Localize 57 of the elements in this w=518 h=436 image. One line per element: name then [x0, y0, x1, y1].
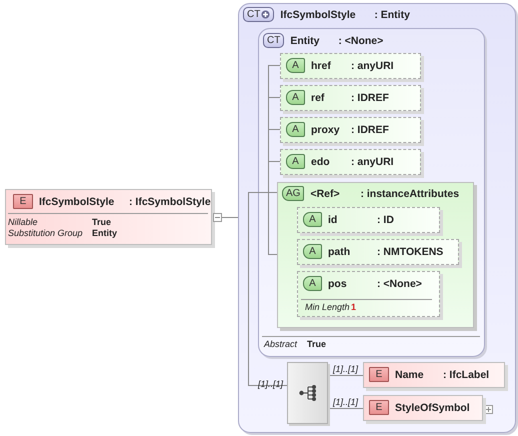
type-badge: A	[303, 276, 322, 291]
type-badge: A	[303, 212, 322, 227]
node-type: : anyURI	[351, 156, 394, 168]
property-label: Substitution Group	[8, 228, 84, 238]
node-name: href	[311, 60, 332, 72]
type-badge: A	[286, 58, 305, 73]
node-type: : ID	[377, 214, 394, 226]
node-name: <Ref>	[310, 188, 341, 200]
property-label: Abstract	[264, 339, 298, 349]
node-type: : instanceAttributes	[360, 188, 460, 200]
property-value: Entity	[92, 228, 118, 238]
node-name: proxy	[311, 124, 341, 136]
property-label: Nillable	[8, 217, 39, 227]
collapse-toggle[interactable]	[213, 213, 222, 222]
type-badge: A	[286, 90, 305, 105]
plus-icon	[485, 406, 492, 412]
sequence-icon	[298, 384, 316, 402]
type-badge: E	[369, 400, 389, 415]
connector-line	[328, 375, 364, 376]
node-name: ref	[311, 92, 326, 104]
property-value: True	[92, 217, 112, 227]
node-type: : IDREF	[351, 124, 389, 136]
node-type: : Entity	[374, 8, 410, 20]
node-name: id	[328, 214, 338, 226]
property-value: 1	[351, 302, 356, 312]
node-name: Name	[395, 368, 425, 380]
node-type: : <None>	[338, 34, 384, 46]
multiplicity-label: [1]..[1]	[333, 364, 358, 374]
type-badge: E	[369, 367, 389, 382]
connector-line	[328, 408, 364, 409]
node-name: IfcSymbolStyle	[39, 196, 116, 208]
node-type: : <None>	[377, 278, 422, 290]
property-label: Min Length	[305, 302, 351, 312]
node-type: : anyURI	[351, 60, 394, 72]
node-type: : IDREF	[351, 92, 389, 104]
plus-icon	[261, 10, 270, 19]
node-name: edo	[311, 156, 331, 168]
node-type: : IfcSymbolStyle	[129, 196, 211, 208]
type-badge: A	[286, 154, 305, 169]
multiplicity-label: [1]..[1]	[258, 379, 284, 389]
node-type: : IfcLabel	[443, 368, 490, 380]
node-name: Entity	[290, 34, 321, 46]
type-badge: CT	[263, 33, 284, 48]
property-value: True	[307, 339, 326, 349]
minus-icon	[214, 214, 221, 221]
type-badge: A	[286, 122, 305, 137]
node-name: pos	[328, 278, 348, 290]
node-name: StyleOfSymbol	[395, 402, 470, 414]
type-badge: A	[303, 244, 322, 259]
type-badge: CT	[243, 7, 274, 22]
node-name: path	[328, 246, 352, 258]
node-type: : NMTOKENS	[377, 246, 444, 258]
multiplicity-label: [1]..[1]	[333, 397, 358, 407]
type-badge: AG	[282, 186, 304, 201]
type-badge: E	[13, 194, 33, 209]
connector-line	[222, 217, 238, 218]
node-name: IfcSymbolStyle	[280, 8, 357, 20]
